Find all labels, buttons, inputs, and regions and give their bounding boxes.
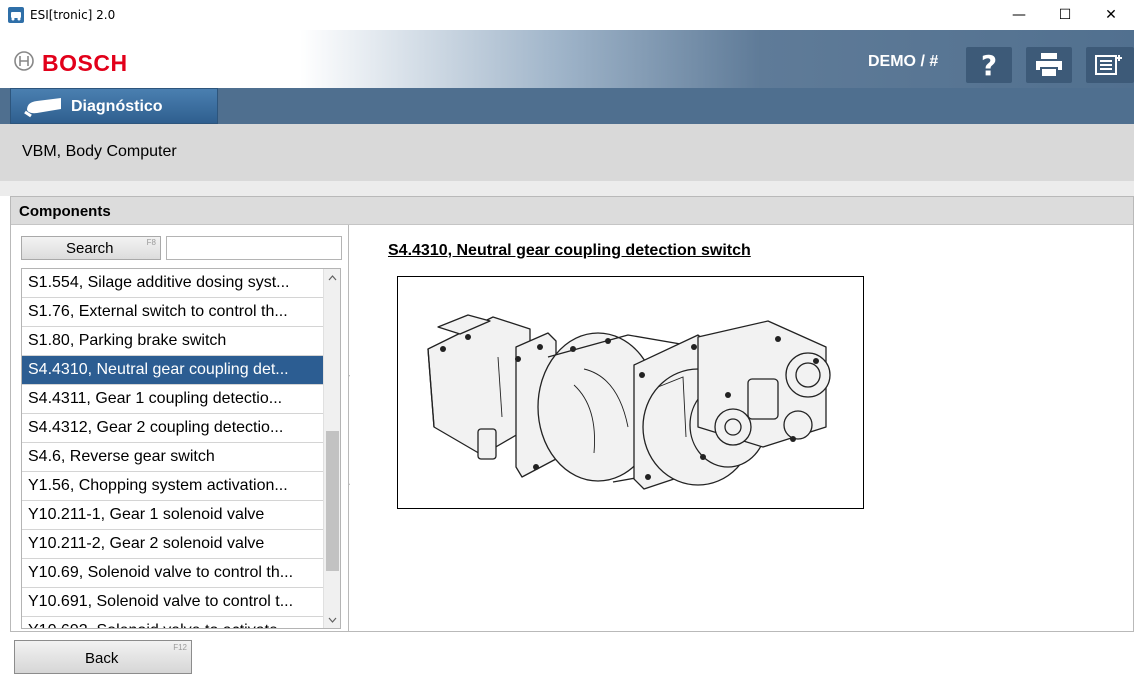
components-list: S1.554, Silage additive dosing syst... S1… [21,268,341,629]
list-item[interactable]: S4.4311, Gear 1 coupling detectio... [22,385,324,414]
tab-diagnostico-label: Diagnóstico [71,98,163,115]
gearbox-drawing [427,314,831,490]
close-button[interactable]: ✕ [1088,0,1134,30]
list-item[interactable]: Y10.69, Solenoid valve to control th... [22,559,324,588]
back-shortcut-key: F12 [173,643,187,652]
question-icon: ? [981,51,997,79]
brand-name: BOSCH [42,50,128,76]
scroll-up-icon[interactable] [324,269,340,286]
minimize-button[interactable]: — [996,0,1042,30]
gearbox-illustration [397,276,864,509]
list-item[interactable]: S4.4312, Gear 2 coupling detectio... [22,414,324,443]
printer-icon [1036,53,1062,78]
list-item[interactable]: Y1.56, Chopping system activation... [22,472,324,501]
search-button-label: Search [66,240,114,257]
search-input[interactable] [166,236,342,260]
list-item[interactable]: S1.80, Parking brake switch [22,327,324,356]
list-item[interactable]: Y10.211-1, Gear 1 solenoid valve [22,501,324,530]
components-title: Components [19,203,111,220]
app-icon [8,7,24,23]
window-title: ESI[tronic] 2.0 [30,8,116,22]
list-item[interactable]: S1.76, External switch to control th... [22,298,324,327]
component-detail-panel: S4.4310, Neutral gear coupling detection… [350,225,1133,631]
nav-bar: Diagnóstico [0,88,1134,124]
components-list-items: S1.554, Silage additive dosing syst... S1… [22,269,324,628]
list-item[interactable]: Y10.692, Solenoid valve to activate... [22,617,324,628]
context-bar: VBM, Body Computer [0,124,1134,181]
components-frame: Components Search F8 S1.554, Silage addi… [10,196,1134,632]
search-button[interactable]: Search F8 [21,236,161,260]
list-icon [1095,55,1122,75]
window-titlebar: ESI[tronic] 2.0 — ☐ ✕ [0,0,1134,30]
list-item[interactable]: S4.4310, Neutral gear coupling det... [22,356,324,385]
separator-band [0,181,1134,196]
list-item[interactable]: Y10.691, Solenoid valve to control t... [22,588,324,617]
list-item[interactable]: Y10.211-2, Gear 2 solenoid valve [22,530,324,559]
back-button[interactable]: Back F12 [14,640,192,674]
svg-text:?: ? [981,51,997,79]
print-button[interactable] [1026,47,1072,83]
diagnostic-plug-icon [24,98,61,118]
maximize-button[interactable]: ☐ [1042,0,1088,30]
tab-diagnostico[interactable]: Diagnóstico [10,88,218,124]
user-label: DEMO / # [868,53,939,70]
list-item[interactable]: S4.6, Reverse gear switch [22,443,324,472]
search-shortcut-key: F8 [146,238,156,247]
components-list-panel: Search F8 S1.554, Silage additive dosing… [11,225,349,631]
context-label: VBM, Body Computer [22,143,177,160]
list-item[interactable]: S1.554, Silage additive dosing syst... [22,269,324,298]
scroll-down-icon[interactable] [324,611,340,628]
brand-header: BOSCH DEMO / # ? [0,30,1134,88]
list-scrollbar[interactable] [323,269,340,628]
back-button-label: Back [85,650,119,667]
components-header: Components [11,197,1133,225]
menu-button[interactable] [1086,47,1134,83]
scroll-thumb[interactable] [326,431,339,571]
help-button[interactable]: ? [966,47,1012,83]
component-title: S4.4310, Neutral gear coupling detection… [388,242,751,259]
bosch-logo-icon [14,51,34,71]
